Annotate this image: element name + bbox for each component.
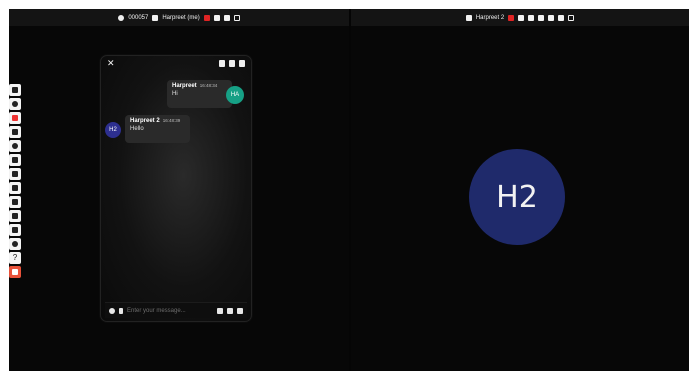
chat-button[interactable] [9, 182, 21, 194]
message-time: 16:48:34 [199, 83, 218, 88]
send-icon[interactable] [237, 307, 243, 314]
expand-icon[interactable] [568, 14, 575, 21]
help-button[interactable]: ? [9, 252, 21, 264]
settings-gear-icon [12, 241, 18, 247]
mute-audio-icon [12, 171, 18, 177]
avatar: H2 [105, 122, 121, 138]
attach-file-icon[interactable] [217, 307, 223, 314]
chat-header: ✕ [101, 56, 251, 71]
remote-pane-header: Harpreet 2 [351, 9, 689, 26]
leave-call-button[interactable] [9, 266, 21, 278]
chat-panel: ✕ Harpreet 16:48:34 Hi HA H2 Harpreet 2 16… [100, 55, 252, 322]
avatar-initials: H2 [109, 127, 117, 133]
local-pane-header: 000057 Harpreet (me) [9, 9, 349, 26]
record-button[interactable] [9, 140, 21, 152]
left-toolbar: ? [9, 84, 21, 278]
microphone-icon [12, 101, 18, 107]
chat-composer: Enter your message... [105, 302, 247, 318]
emoji-icon[interactable] [109, 307, 115, 314]
mic-indicator-icon[interactable] [518, 14, 525, 21]
remote-avatar: H2 [469, 149, 565, 245]
settings-button[interactable] [9, 238, 21, 250]
microphone-button[interactable] [9, 98, 21, 110]
fullscreen-icon [12, 157, 18, 163]
send-icon[interactable] [538, 14, 545, 21]
chat-message-received: Harpreet 2 16:48:39 Hello [125, 115, 190, 143]
chat-header-actions [219, 60, 245, 67]
room-code: 000057 [128, 14, 149, 21]
settings-icon [12, 143, 18, 149]
camera-off-indicator-icon [203, 14, 210, 21]
message-sender: Harpreet [172, 83, 197, 89]
hand-raise-button[interactable] [9, 196, 21, 208]
speech-icon[interactable] [227, 307, 233, 314]
chat-input[interactable]: Enter your message... [127, 308, 213, 314]
files-icon [12, 227, 18, 233]
participants-icon [12, 87, 18, 93]
leave-call-icon [12, 269, 18, 275]
participants-button[interactable] [9, 84, 21, 96]
close-icon[interactable]: ✕ [107, 58, 115, 69]
chat-icon [12, 185, 18, 191]
screen-share-button[interactable] [9, 126, 21, 138]
user-icon [152, 14, 159, 21]
user-icon [465, 14, 472, 21]
expand-icon[interactable] [233, 14, 240, 21]
save-icon[interactable] [219, 60, 225, 67]
hand-raise-icon [12, 199, 18, 205]
avatar-initials: HA [230, 92, 240, 98]
snapshot-icon[interactable] [548, 14, 555, 21]
message-text: Hello [130, 126, 144, 132]
remote-user-name: Harpreet 2 [475, 14, 505, 21]
fullscreen-button[interactable] [9, 154, 21, 166]
camera-off-indicator-icon [508, 14, 515, 21]
message-icon[interactable] [528, 14, 535, 21]
whiteboard-button[interactable] [9, 210, 21, 222]
message-sender: Harpreet 2 [130, 118, 160, 124]
screen-share-icon [12, 129, 18, 135]
camera-toggle-button[interactable] [9, 112, 21, 124]
mic-indicator-icon[interactable] [213, 14, 220, 21]
local-user-name: Harpreet (me) [162, 14, 200, 21]
help-icon: ? [12, 253, 18, 262]
snapshot-icon[interactable] [223, 14, 230, 21]
export-icon[interactable] [239, 60, 245, 67]
delete-icon[interactable] [229, 60, 235, 67]
remote-avatar-initials: H2 [496, 179, 538, 215]
camera-off-icon [12, 115, 18, 121]
mute-audio-button[interactable] [9, 168, 21, 180]
markdown-icon[interactable] [119, 307, 123, 314]
record-icon [118, 14, 125, 21]
files-button[interactable] [9, 224, 21, 236]
message-time: 16:48:39 [162, 118, 181, 123]
chat-message-sent: Harpreet 16:48:34 Hi [167, 80, 232, 108]
whiteboard-icon [12, 213, 18, 219]
video-icon[interactable] [558, 14, 565, 21]
avatar: HA [226, 86, 244, 104]
message-text: Hi [172, 91, 178, 97]
